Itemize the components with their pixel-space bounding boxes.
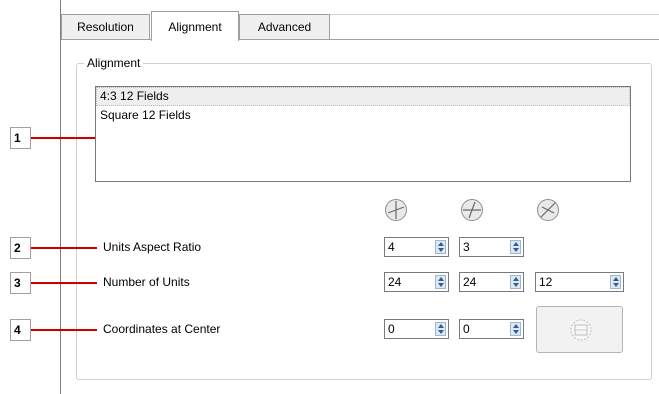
tab-label: Resolution [77, 20, 134, 34]
list-item[interactable]: 4:3 12 Fields [96, 87, 630, 106]
units-z-spinner[interactable]: 12 [535, 272, 624, 292]
aspect-ratio-y-spinner[interactable]: 3 [459, 237, 524, 257]
spinner-value: 4 [388, 240, 395, 254]
units-y-spinner[interactable]: 24 [459, 272, 524, 292]
spinner-value: 0 [388, 322, 395, 336]
tab-advanced[interactable]: Advanced [239, 14, 330, 39]
center-alignment-button[interactable] [536, 306, 623, 353]
spin-arrows-icon[interactable] [610, 275, 621, 289]
spin-arrows-icon[interactable] [435, 322, 446, 336]
spinner-value: 24 [463, 275, 477, 289]
tab-label: Advanced [257, 20, 312, 34]
aspect-ratio-x-spinner[interactable]: 4 [384, 237, 449, 257]
callout-4: 4 [10, 319, 31, 341]
flip-z-icon[interactable] [536, 198, 560, 222]
group-title: Alignment [84, 56, 144, 70]
center-x-spinner[interactable]: 0 [384, 319, 449, 339]
label-number-of-units: Number of Units [103, 275, 190, 289]
callout-line [31, 329, 97, 331]
callout-line [31, 247, 97, 249]
spinner-value: 12 [539, 275, 553, 289]
callout-line [31, 137, 95, 139]
alignment-preset-list[interactable]: 4:3 12 Fields Square 12 Fields [95, 86, 631, 182]
tab-strip [330, 14, 659, 40]
spinner-value: 24 [388, 275, 402, 289]
spin-arrows-icon[interactable] [510, 240, 521, 254]
callout-line [31, 282, 97, 284]
spin-arrows-icon[interactable] [435, 275, 446, 289]
tab-resolution[interactable]: Resolution [61, 14, 150, 39]
tab-alignment[interactable]: Alignment [151, 11, 239, 41]
label-coordinates-at-center: Coordinates at Center [103, 322, 221, 336]
spinner-value: 3 [463, 240, 470, 254]
tab-label: Alignment [168, 19, 222, 34]
dialog-left-border [60, 0, 61, 394]
units-x-spinner[interactable]: 24 [384, 272, 449, 292]
spin-arrows-icon[interactable] [435, 240, 446, 254]
center-y-spinner[interactable]: 0 [459, 319, 524, 339]
flip-x-icon[interactable] [384, 198, 408, 222]
callout-1: 1 [10, 127, 31, 149]
callout-2: 2 [10, 237, 31, 259]
spinner-value: 0 [463, 322, 470, 336]
callout-3: 3 [10, 272, 31, 294]
spin-arrows-icon[interactable] [510, 275, 521, 289]
center-target-icon [570, 319, 592, 341]
label-units-aspect-ratio: Units Aspect Ratio [103, 240, 202, 254]
list-item[interactable]: Square 12 Fields [96, 106, 630, 125]
flip-y-icon[interactable] [460, 198, 484, 222]
spin-arrows-icon[interactable] [510, 322, 521, 336]
